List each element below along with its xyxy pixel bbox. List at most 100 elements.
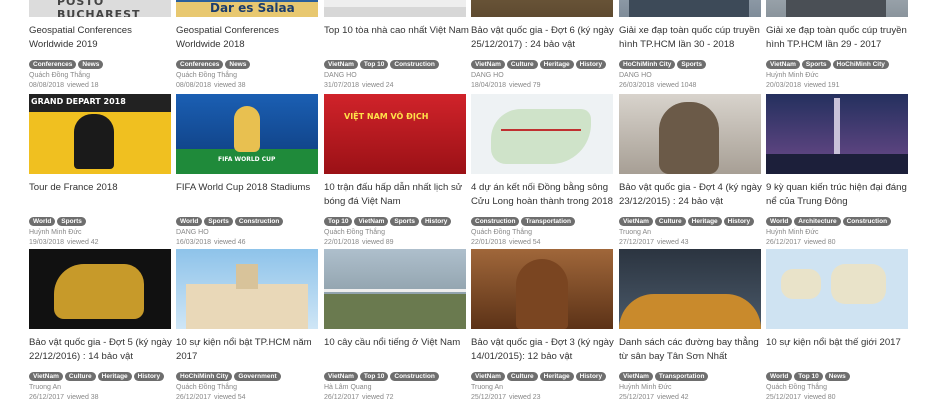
article-author[interactable]: DANG HO (324, 71, 357, 80)
article-card[interactable]: FIFA WORLD CUP FIFA World Cup 2018 Stadi… (176, 94, 318, 246)
tag[interactable]: Top 10 (324, 217, 353, 226)
tag[interactable]: Culture (64, 372, 96, 381)
tag[interactable]: Architecture (794, 217, 841, 226)
tag[interactable]: Sports (677, 60, 706, 69)
tag[interactable]: Construction (390, 60, 439, 69)
tag[interactable]: Top 10 (359, 372, 389, 381)
tag[interactable]: Heritage (539, 60, 574, 69)
article-thumbnail[interactable]: GRAND DEPART 2018 (29, 94, 171, 174)
article-title[interactable]: Bảo vật quốc gia - Đợt 6 (ký ngày 25/12/… (471, 24, 617, 51)
tag[interactable]: Sports (57, 217, 86, 226)
tag[interactable]: VietNam (354, 217, 389, 226)
tag[interactable]: VietNam (471, 60, 505, 69)
article-card[interactable]: Bảo vật quốc gia - Đợt 4 (ký ngày 23/12/… (619, 94, 762, 246)
tag[interactable]: Government (234, 372, 281, 381)
article-author[interactable]: Huỳnh Minh Đức (619, 383, 672, 392)
tag[interactable]: Conferences (29, 60, 77, 69)
article-author[interactable]: Quách Đồng Thắng (324, 228, 385, 237)
article-title[interactable]: Geospatial Conferences Worldwide 2018 (176, 24, 322, 51)
tag[interactable]: Sports (204, 217, 233, 226)
article-title[interactable]: 10 sự kiện nổi bật TP.HCM năm 2017 (176, 336, 322, 363)
article-author[interactable]: Quách Đồng Thắng (176, 383, 237, 392)
tag[interactable]: News (78, 60, 104, 69)
article-card[interactable]: 10 sự kiện nổi bật TP.HCM năm 2017 HoChi… (176, 249, 318, 401)
article-title[interactable]: FIFA World Cup 2018 Stadiums (176, 181, 322, 195)
tag[interactable]: HoChiMinh City (176, 372, 233, 381)
tag[interactable]: Heritage (687, 217, 722, 226)
tag[interactable]: VietNam (471, 372, 505, 381)
article-thumbnail[interactable] (766, 94, 908, 174)
article-author[interactable]: Quách Đồng Thắng (471, 228, 532, 237)
tag[interactable]: Construction (390, 372, 439, 381)
article-title[interactable]: Giải xe đạp toàn quốc cúp truyền hình TP… (766, 24, 912, 51)
article-title[interactable]: 10 trận đấu hấp dẫn nhất lịch sử bóng đá… (324, 181, 470, 208)
tag[interactable]: News (824, 372, 850, 381)
article-thumbnail[interactable] (29, 249, 171, 329)
article-card[interactable]: Top 10 tòa nhà cao nhất Việt Nam VietNam… (324, 0, 469, 89)
article-author[interactable]: Huỳnh Minh Đức (766, 71, 819, 80)
article-author[interactable]: DANG HO (471, 71, 504, 80)
article-card[interactable]: GRAND DEPART 2018 Tour de France 2018 Wo… (29, 94, 171, 246)
article-thumbnail[interactable] (471, 249, 613, 329)
article-card[interactable]: Bảo vật quốc gia - Đợt 3 (ký ngày 14/01/… (471, 249, 614, 401)
tag[interactable]: VietNam (324, 372, 358, 381)
tag[interactable]: History (575, 60, 607, 69)
article-card[interactable]: Bảo vật quốc gia - Đợt 6 (ký ngày 25/12/… (471, 0, 614, 89)
article-title[interactable]: Giải xe đạp toàn quốc cúp truyền hình TP… (619, 24, 765, 51)
article-author[interactable]: Truong An (471, 383, 503, 392)
tag[interactable]: History (420, 217, 452, 226)
tag[interactable]: History (133, 372, 165, 381)
tag[interactable]: Transportation (521, 217, 575, 226)
article-card[interactable]: POSTO BUCHAREST Geospatial Conferences W… (29, 0, 171, 89)
article-card[interactable]: 9 kỳ quan kiến trúc hiện đại đáng nể của… (766, 94, 908, 246)
article-author[interactable]: Truong An (29, 383, 61, 392)
article-thumbnail[interactable]: FIFA WORLD CUP (176, 94, 318, 174)
tag[interactable]: Culture (506, 372, 538, 381)
article-author[interactable]: Truong An (619, 228, 651, 237)
article-card[interactable]: Danh sách các đường bay thẳng từ sân bay… (619, 249, 761, 401)
tag[interactable]: VietNam (29, 372, 63, 381)
article-title[interactable]: Geospatial Conferences Worldwide 2019 (29, 24, 175, 51)
article-author[interactable]: Huỳnh Minh Đức (29, 228, 82, 237)
article-title[interactable]: 9 kỳ quan kiến trúc hiện đại đáng nể của… (766, 181, 912, 208)
article-card[interactable]: 10 sự kiện nổi bật thế giới 2017 World To… (766, 249, 908, 401)
article-author[interactable]: DANG HO (176, 228, 209, 237)
article-title[interactable]: Tour de France 2018 (29, 181, 175, 195)
article-title[interactable]: 10 sự kiện nổi bật thế giới 2017 (766, 336, 912, 350)
article-title[interactable]: 10 cây cầu nổi tiếng ở Việt Nam (324, 336, 470, 350)
tag[interactable]: World (766, 217, 793, 226)
tag[interactable]: Conferences (176, 60, 224, 69)
article-thumbnail[interactable] (619, 249, 761, 329)
tag[interactable]: Culture (506, 60, 538, 69)
tag[interactable]: HoChiMinh City (619, 60, 676, 69)
article-card[interactable]: 4 dự án kết nối Đồng bằng sông Cửu Long … (471, 94, 613, 246)
article-author[interactable]: Huỳnh Minh Đức (766, 228, 819, 237)
article-card[interactable]: Giải xe đạp toàn quốc cúp truyền hình TP… (766, 0, 908, 89)
tag[interactable]: World (766, 372, 793, 381)
article-thumbnail[interactable] (619, 94, 761, 174)
article-thumbnail[interactable] (324, 249, 466, 329)
article-title[interactable]: Bảo vật quốc gia - Đợt 4 (ký ngày 23/12/… (619, 181, 765, 208)
article-title[interactable]: Bảo vật quốc gia - Đợt 5 (ký ngày 22/12/… (29, 336, 175, 363)
article-card[interactable]: Giải xe đạp toàn quốc cúp truyền hình TP… (619, 0, 761, 89)
article-thumbnail[interactable]: POSTO BUCHAREST (29, 0, 171, 17)
article-card[interactable]: VIỆT NAM VÔ ĐỊCH 10 trận đấu hấp dẫn nhấ… (324, 94, 466, 246)
tag[interactable]: World (29, 217, 56, 226)
article-author[interactable]: Quách Đồng Thắng (29, 71, 90, 80)
tag[interactable]: VietNam (619, 372, 653, 381)
tag[interactable]: VietNam (619, 217, 653, 226)
tag[interactable]: Top 10 (359, 60, 389, 69)
article-author[interactable]: DANG HO (619, 71, 652, 80)
tag[interactable]: History (723, 217, 755, 226)
article-title[interactable]: Top 10 tòa nhà cao nhất Việt Nam (324, 24, 470, 38)
tag[interactable]: Top 10 (794, 372, 823, 381)
article-title[interactable]: Bảo vật quốc gia - Đợt 3 (ký ngày 14/01/… (471, 336, 617, 363)
tag[interactable]: Heritage (539, 372, 574, 381)
article-thumbnail[interactable] (176, 249, 318, 329)
tag[interactable]: Culture (654, 217, 686, 226)
tag[interactable]: Sports (801, 60, 831, 69)
article-thumbnail[interactable]: VIỆT NAM VÔ ĐỊCH (324, 94, 466, 174)
article-thumbnail[interactable] (766, 0, 908, 17)
article-title[interactable]: Danh sách các đường bay thẳng từ sân bay… (619, 336, 765, 363)
tag[interactable]: World (176, 217, 203, 226)
